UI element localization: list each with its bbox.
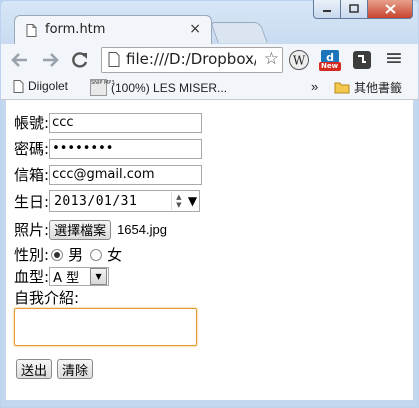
snip-mp3-icon: SNIP MP3 [90, 79, 115, 96]
tab-form[interactable]: form.htm × [14, 15, 212, 46]
close-icon [384, 4, 396, 14]
bookmark-label: Diigolet [28, 79, 69, 93]
gender-female-label: 女 [107, 246, 123, 264]
account-row: 帳號: [14, 112, 203, 133]
page-icon [26, 24, 37, 37]
blood-label: 血型: [14, 268, 50, 286]
blood-type-value: A 型 [53, 271, 80, 286]
evernote-icon [353, 51, 371, 69]
page-icon [108, 52, 120, 67]
date-dropdown-icon[interactable]: ▼ [186, 194, 199, 208]
bookmarks-bar: Diigolet SNIP MP3 (100%) LES MISER... » … [1, 75, 418, 100]
actions-row: 送出 清除 [14, 359, 94, 379]
intro-label: 自我介紹: [14, 289, 80, 307]
folder-icon [334, 82, 350, 94]
bookmark-label: 其他書籤 [354, 81, 403, 95]
intro-textarea[interactable] [14, 308, 197, 346]
address-bar[interactable]: ☆ [101, 47, 283, 73]
spin-down-icon[interactable]: ▼ [176, 201, 181, 209]
bookmark-les-miserables[interactable]: SNIP MP3 (100%) LES MISER... [90, 79, 227, 96]
choose-file-button[interactable]: 選擇檔案 [49, 219, 112, 240]
chevron-down-icon: ▼ [90, 268, 108, 285]
minimize-icon [323, 10, 331, 12]
forward-button[interactable] [39, 49, 61, 71]
extension-w-button[interactable]: W [288, 49, 310, 71]
gender-male-radio[interactable] [51, 248, 64, 261]
email-input[interactable] [49, 164, 203, 185]
wikipedia-icon: W [289, 50, 309, 70]
url-input[interactable] [126, 49, 256, 69]
toolbar: ☆ W d New ≡ [1, 44, 418, 75]
bookmark-star-icon[interactable]: ☆ [264, 49, 279, 69]
birth-label: 生日: [14, 192, 50, 211]
new-badge: New [321, 62, 339, 70]
tab-title: form.htm [45, 22, 106, 37]
maximize-icon [349, 4, 359, 13]
extension-d-button[interactable]: d New [319, 49, 341, 71]
page-icon [13, 79, 24, 93]
blood-type-select[interactable]: A 型 ▼ [49, 267, 110, 286]
gender-row: 性別: 男 女 [14, 244, 122, 265]
email-row: 信箱: [14, 164, 203, 185]
bookmark-label: (100%) LES MISER... [111, 80, 228, 95]
password-input[interactable] [49, 138, 203, 159]
password-row: 密碼: [14, 138, 203, 159]
window-controls [313, 0, 413, 19]
birth-date-value: 2013/01/31 [54, 193, 138, 209]
back-button[interactable] [9, 49, 31, 71]
birth-row: 生日: 2013/01/31 ▲ ▼ ▼ [14, 190, 201, 212]
date-spinner[interactable]: ▲ ▼ [170, 192, 186, 210]
account-input[interactable] [49, 112, 203, 133]
minimize-button[interactable] [313, 0, 341, 19]
submit-button[interactable]: 送出 [16, 359, 53, 379]
photo-row: 照片: 選擇檔案 1654.jpg [14, 219, 167, 240]
svg-text:W: W [293, 54, 306, 68]
email-label: 信箱: [14, 166, 50, 184]
tab-close-button[interactable]: × [189, 21, 201, 37]
birth-date-input[interactable]: 2013/01/31 ▲ ▼ ▼ [49, 190, 201, 212]
maximize-button[interactable] [341, 0, 368, 19]
arrow-left-icon [11, 53, 27, 67]
reset-button[interactable]: 清除 [57, 359, 94, 379]
arrow-right-icon [43, 53, 59, 67]
spin-up-icon[interactable]: ▲ [176, 193, 181, 201]
photo-label: 照片: [14, 221, 50, 239]
reload-button[interactable] [69, 49, 91, 71]
photo-filename: 1654.jpg [117, 222, 167, 237]
menu-button[interactable]: ≡ [383, 48, 405, 71]
account-label: 帳號: [14, 114, 50, 132]
page-content: 帳號: 密碼: 信箱: 生日: 2013/01/31 ▲ ▼ ▼ 照片: 選擇檔… [6, 100, 413, 400]
browser-window: form.htm × ☆ W d New ≡ [0, 0, 419, 408]
gender-label: 性別: [14, 246, 50, 264]
reload-icon [72, 52, 88, 68]
intro-row: 自我介紹: [14, 287, 79, 308]
bookmark-diigolet[interactable]: Diigolet [13, 79, 68, 93]
password-label: 密碼: [14, 140, 50, 158]
new-tab-button[interactable] [210, 22, 268, 43]
blood-row: 血型: A 型 ▼ [14, 266, 110, 287]
extension-evernote-button[interactable] [351, 49, 373, 71]
close-window-button[interactable] [368, 0, 413, 19]
bookmark-other-folder[interactable]: 其他書籤 [334, 79, 402, 96]
gender-female-radio[interactable] [90, 248, 103, 261]
gender-male-label: 男 [68, 246, 84, 264]
bookmarks-overflow-button[interactable]: » [311, 79, 318, 94]
